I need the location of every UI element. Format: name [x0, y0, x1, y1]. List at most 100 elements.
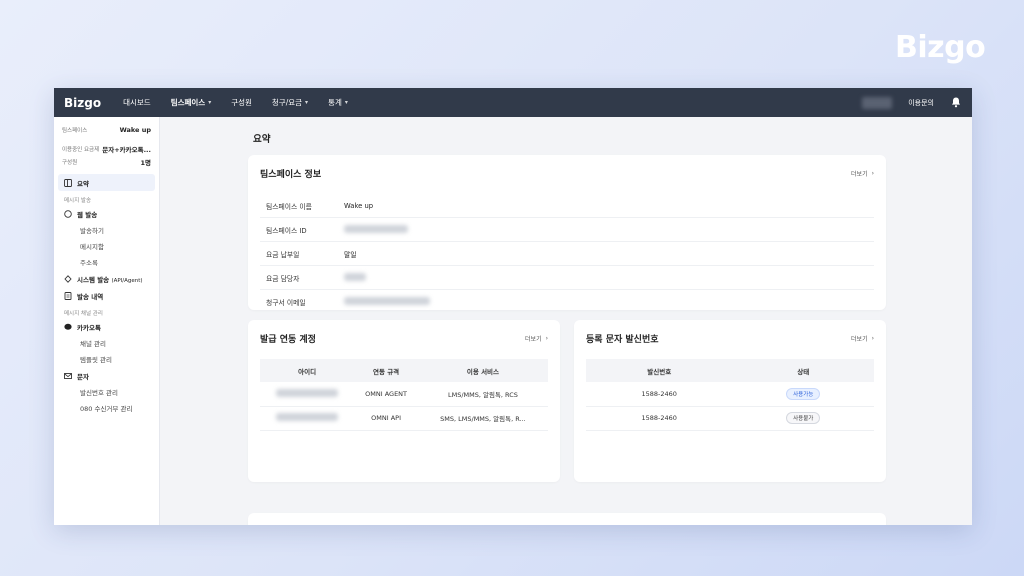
more-link[interactable]: 더보기 ›: [851, 169, 874, 178]
bizgo-wordmark: Bizgo: [895, 30, 986, 65]
sidebar-item-sms-label: 문자: [77, 372, 89, 381]
chevron-down-icon: ▾: [305, 99, 309, 106]
blurred-id: [276, 413, 339, 421]
nav-stats[interactable]: 통계 ▾: [328, 97, 348, 108]
nav-billing[interactable]: 청구/요금 ▾: [272, 97, 308, 108]
blurred-value: [344, 272, 366, 281]
card-title: 발급 연동 계정: [260, 335, 316, 345]
sidebar-sub-080[interactable]: 080 수신거부 관리: [58, 400, 155, 416]
partial-card: [248, 513, 886, 525]
sidebar-item-summary-label: 요약: [77, 179, 89, 188]
app-window: Bizgo 대시보드 팀스페이스 ▾ 구성원 청구/요금 ▾ 통계 ▾ 이용문의 팀스…: [54, 88, 972, 525]
status-badge: 사용불가: [786, 412, 821, 424]
more-link[interactable]: 더보기 ›: [525, 334, 548, 343]
bell-icon[interactable]: [950, 97, 962, 109]
summary-icon: [64, 178, 72, 187]
info-key: 청구서 이메일: [266, 299, 306, 307]
info-key: 요금 납부일: [266, 250, 300, 259]
group-channel: 메시지 채널 관리: [64, 311, 103, 317]
teamspace-value: Wake up: [119, 125, 151, 134]
sidebar-sub-sender[interactable]: 발신번호 관리: [58, 384, 155, 400]
info-row: 팀스페이스 ID: [260, 218, 874, 242]
system-icon: [64, 274, 72, 283]
nav-stats-label: 통계: [328, 98, 342, 107]
blurred-id: [276, 388, 339, 397]
col-header: 상태: [732, 359, 874, 382]
teamspace-info-card: 팀스페이스 정보 더보기 › 팀스페이스 이름 Wake up 팀스페이스 ID 요…: [248, 155, 886, 310]
col-header: 이용 서비스: [417, 359, 548, 382]
more-link[interactable]: 더보기 ›: [851, 334, 874, 343]
number-cell: 1588-2460: [586, 406, 733, 431]
sidebar-sub-template[interactable]: 템플릿 관리: [58, 351, 155, 367]
card-title: 팀스페이스 정보: [260, 170, 322, 180]
app-logo[interactable]: Bizgo: [64, 96, 101, 110]
service-cell: SMS, LMS/MMS, 알림톡, R...: [417, 406, 548, 431]
sidebar-sub-send[interactable]: 발송하기: [58, 222, 155, 238]
nav-dashboard[interactable]: 대시보드: [123, 97, 151, 108]
members-info: 구성원 1명: [58, 155, 155, 168]
table-row[interactable]: OMNI API SMS, LMS/MMS, 알림톡, R...: [260, 406, 548, 431]
info-row: 요금 담당자: [260, 266, 874, 290]
document-icon: [64, 291, 72, 300]
chevron-right-icon: ›: [871, 170, 874, 177]
table-row[interactable]: 1588-2460 사용가능: [586, 382, 874, 407]
system-send-suffix: (API/Agent): [111, 277, 143, 284]
chevron-right-icon: ›: [545, 335, 548, 342]
sidebar-item-summary[interactable]: 요약: [58, 174, 155, 191]
more-link-label: 더보기: [525, 336, 542, 343]
topbar-right: 이용문의: [862, 96, 962, 109]
col-header: 발신번호: [586, 359, 733, 382]
sidebar-sub-addressbook[interactable]: 주소록: [58, 254, 155, 270]
system-send-text: 시스템 발송: [77, 275, 110, 284]
sidebar-item-history[interactable]: 발송 내역: [58, 287, 155, 304]
kakao-icon: [64, 323, 72, 331]
chevron-down-icon: ▾: [344, 99, 348, 106]
blurred-value: [344, 297, 430, 305]
group-message-send: 메시지 발송: [64, 198, 92, 204]
more-link-label: 더보기: [851, 336, 868, 343]
spec-cell: OMNI API: [354, 406, 418, 431]
sidebar-item-sms[interactable]: 문자: [58, 367, 155, 384]
info-key: 팀스페이스 이름: [266, 202, 312, 211]
info-key: 요금 담당자: [266, 274, 300, 283]
service-cell: LMS/MMS, 알림톡, RCS: [417, 382, 548, 407]
sidebar-item-web-send-label: 웹 발송: [77, 210, 98, 219]
chevron-down-icon: ▾: [208, 99, 212, 106]
teamspace-info: 팀스페이스 Wake up: [58, 123, 155, 136]
plan-key: 이용중인 요금제: [62, 146, 100, 153]
chat-icon: [64, 209, 72, 218]
more-link-label: 더보기: [851, 171, 868, 178]
nav-members[interactable]: 구성원: [231, 97, 252, 108]
user-name-blurred[interactable]: [862, 96, 893, 109]
info-row: 팀스페이스 이름 Wake up: [260, 194, 874, 218]
linked-accounts-card: 발급 연동 계정 더보기 › 아이디 연동 규격 이용 서비스 OMNI AGE…: [248, 320, 560, 482]
nav-teamspace[interactable]: 팀스페이스 ▾: [171, 97, 212, 108]
sidebar-item-kakao-label: 카카오톡: [77, 323, 101, 332]
table-row[interactable]: 1588-2460 사용불가: [586, 406, 874, 431]
top-nav-bar: Bizgo 대시보드 팀스페이스 ▾ 구성원 청구/요금 ▾ 통계 ▾ 이용문의: [54, 88, 972, 117]
number-cell: 1588-2460: [586, 382, 733, 407]
blurred-value: [344, 224, 408, 233]
help-link[interactable]: 이용문의: [908, 98, 934, 108]
main-content: 요약 팀스페이스 정보 더보기 › 팀스페이스 이름 Wake up 팀스페이스 I…: [160, 117, 972, 525]
nav-dashboard-label: 대시보드: [123, 98, 151, 107]
sidebar-sub-channel[interactable]: 채널 관리: [58, 335, 155, 351]
sidebar-sub-messagebox[interactable]: 메시지함: [58, 238, 155, 254]
sidebar-item-history-label: 발송 내역: [77, 292, 104, 301]
info-key: 팀스페이스 ID: [266, 226, 307, 235]
info-row: 요금 납부일 말일: [260, 242, 874, 266]
nav-billing-label: 청구/요금: [271, 98, 303, 107]
chevron-right-icon: ›: [871, 335, 874, 342]
spec-cell: OMNI AGENT: [354, 382, 418, 407]
info-row: 청구서 이메일: [260, 290, 874, 314]
col-header: 아이디: [260, 359, 355, 382]
sidebar-item-system-send[interactable]: 시스템 발송 (API/Agent): [58, 270, 155, 287]
sender-table: 발신번호 상태 1588-2460 사용가능 1588-2460 사용불가: [586, 359, 874, 431]
teamspace-key: 팀스페이스: [62, 127, 88, 134]
sidebar-item-kakao[interactable]: 카카오톡: [58, 318, 155, 335]
card-title: 등록 문자 발신번호: [586, 335, 659, 345]
info-value: Wake up: [344, 201, 374, 210]
page-title: 요약: [253, 134, 271, 145]
sidebar-item-web-send[interactable]: 웹 발송: [58, 205, 155, 222]
table-row[interactable]: OMNI AGENT LMS/MMS, 알림톡, RCS: [260, 382, 548, 407]
